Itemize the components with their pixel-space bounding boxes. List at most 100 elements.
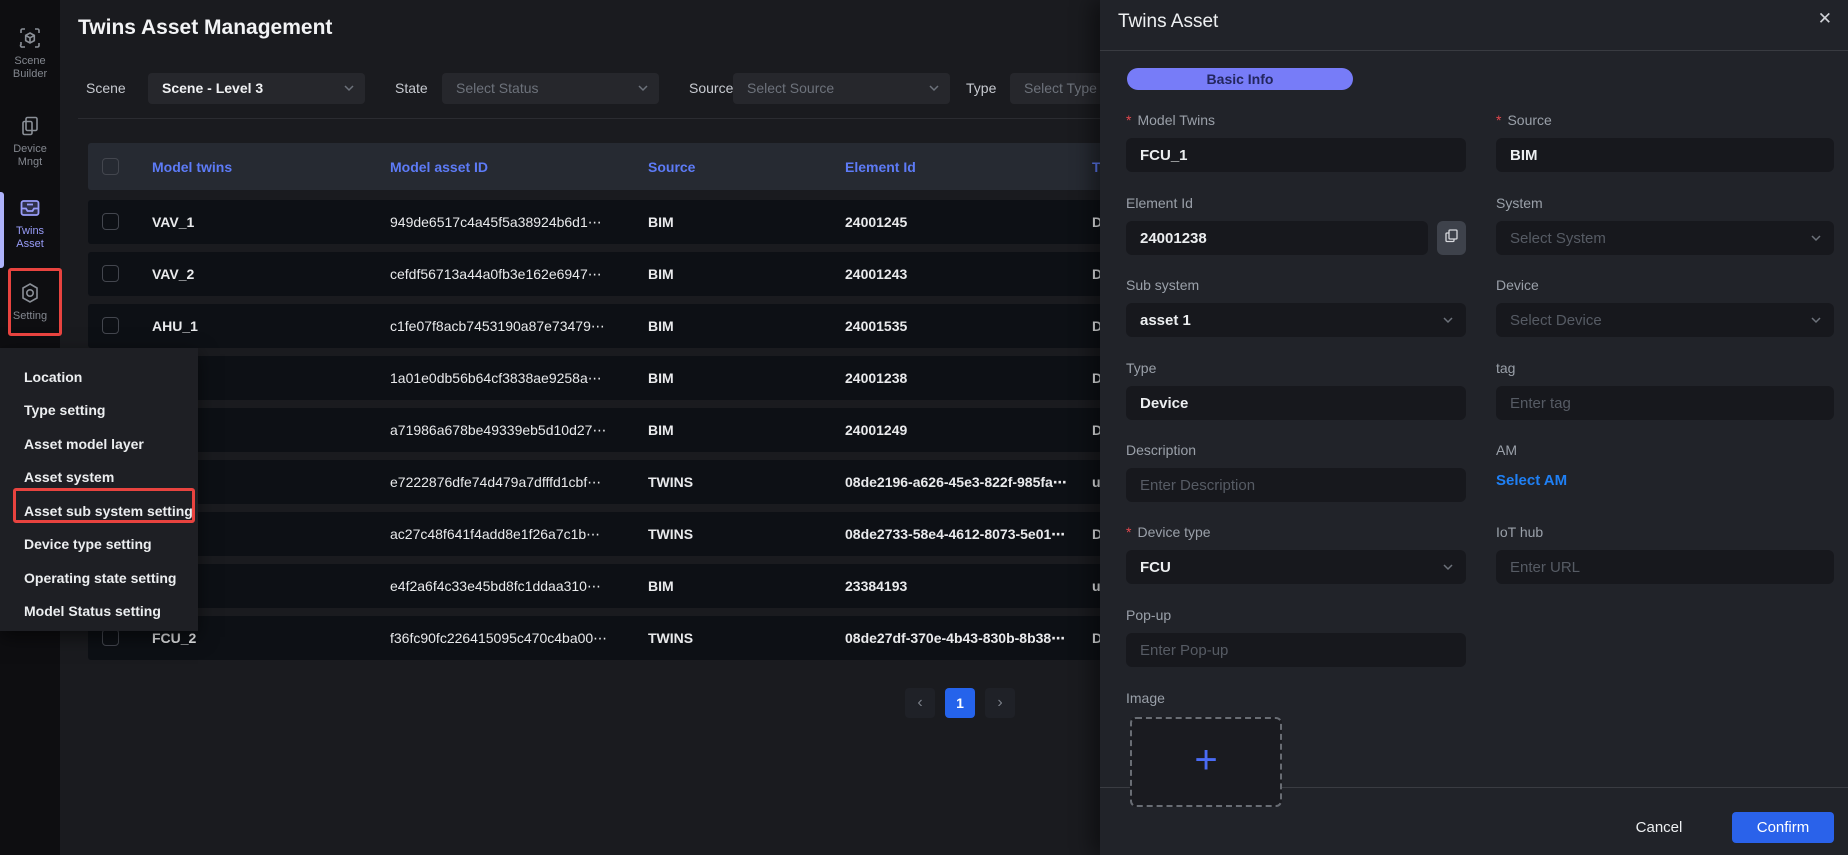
twins-asset-icon <box>18 196 42 220</box>
required-asterisk: * <box>1126 524 1131 540</box>
element-id-label: Element Id <box>1126 195 1193 211</box>
sidebar-item-label: Twins Asset <box>2 225 58 251</box>
am-label: AM <box>1496 442 1517 458</box>
select-all-checkbox[interactable] <box>102 158 119 175</box>
row-checkbox[interactable] <box>102 265 119 282</box>
device-label: Device <box>1496 277 1539 293</box>
copy-button[interactable] <box>1437 221 1466 255</box>
menu-item-asset-system[interactable]: Asset system <box>0 461 198 495</box>
sidebar-item-label: Scene Builder <box>2 55 58 81</box>
sidebar-item-scene-builder[interactable]: Scene Builder <box>0 26 60 81</box>
source-filter-select[interactable]: Select Source <box>733 73 950 104</box>
system-select[interactable]: Select System <box>1496 221 1834 255</box>
pagination-page-1[interactable]: 1 <box>945 688 975 718</box>
cell-source: BIM <box>648 200 674 244</box>
image-label: Image <box>1126 690 1165 706</box>
type-input[interactable]: Device <box>1126 386 1466 420</box>
chevron-down-icon <box>637 82 649 94</box>
plus-icon: + <box>1194 740 1217 780</box>
element-id-input[interactable]: 24001238 <box>1126 221 1428 255</box>
sidebar-item-device-mngt[interactable]: Device Mngt <box>0 114 60 169</box>
tag-input[interactable]: Enter tag <box>1496 386 1834 420</box>
model-twins-input[interactable]: FCU_1 <box>1126 138 1466 172</box>
tab-basic-info[interactable]: Basic Info <box>1127 68 1353 90</box>
menu-item-type-setting[interactable]: Type setting <box>0 394 198 428</box>
cell-source: BIM <box>648 252 674 296</box>
cell-model-asset-id: e4f2a6f4c33e45bd8fc1ddaa310⋯ <box>390 564 601 608</box>
header-source[interactable]: Source <box>648 143 695 190</box>
popup-input[interactable]: Enter Pop-up <box>1126 633 1466 667</box>
cell-model-asset-id: a71986a678be49339eb5d10d27⋯ <box>390 408 606 452</box>
cell-model-twins: AHU_1 <box>152 304 198 348</box>
menu-item-location[interactable]: Location <box>0 360 198 394</box>
cell-model-asset-id: e7222876dfe74d479a7dfffd1cbf⋯ <box>390 460 601 504</box>
cell-element-id: 08de27df-370e-4b43-830b-8b38⋯ <box>845 616 1065 660</box>
device-select[interactable]: Select Device <box>1496 303 1834 337</box>
popup-label: Pop-up <box>1126 607 1171 623</box>
cell-model-asset-id: ac27c48f641f4add8e1f26a7c1b⋯ <box>390 512 600 556</box>
scene-filter-label: Scene <box>86 73 126 104</box>
description-label: Description <box>1126 442 1196 458</box>
row-checkbox[interactable] <box>102 629 119 646</box>
sub-system-label: Sub system <box>1126 277 1199 293</box>
chevron-down-icon <box>1810 314 1822 326</box>
menu-item-asset-model-layer[interactable]: Asset model layer <box>0 427 198 461</box>
cancel-button[interactable]: Cancel <box>1616 812 1702 843</box>
scene-filter-value: Scene - Level 3 <box>162 80 263 96</box>
cell-element-id: 23384193 <box>845 564 907 608</box>
sidebar-item-twins-asset[interactable]: Twins Asset <box>0 196 60 251</box>
sub-system-select[interactable]: asset 1 <box>1126 303 1466 337</box>
header-model-twins[interactable]: Model twins <box>152 143 232 190</box>
cell-model-asset-id: c1fe07f8acb7453190a87e73479⋯ <box>390 304 605 348</box>
system-label: System <box>1496 195 1543 211</box>
state-filter-select[interactable]: Select Status <box>442 73 659 104</box>
app-root: Twins Asset Management Scene Scene - Lev… <box>0 0 1848 855</box>
row-checkbox[interactable] <box>102 213 119 230</box>
type-label: Type <box>1126 360 1156 376</box>
cell-source: TWINS <box>648 460 693 504</box>
cell-source: BIM <box>648 304 674 348</box>
cell-source: BIM <box>648 356 674 400</box>
iot-hub-label: IoT hub <box>1496 524 1543 540</box>
menu-item-device-type-setting[interactable]: Device type setting <box>0 528 198 562</box>
menu-item-asset-sub-system-setting[interactable]: Asset sub system setting <box>0 494 198 528</box>
pagination-next-button[interactable]: › <box>985 688 1015 718</box>
menu-item-model-status-setting[interactable]: Model Status setting <box>0 595 198 629</box>
cell-element-id: 24001245 <box>845 200 907 244</box>
device-type-select[interactable]: FCU <box>1126 550 1466 584</box>
sidebar-item-setting[interactable]: Setting <box>0 281 60 323</box>
cell-model-twins: VAV_2 <box>152 252 194 296</box>
sidebar-item-label: Device Mngt <box>2 143 58 169</box>
confirm-button[interactable]: Confirm <box>1732 812 1834 843</box>
model-twins-label: *Model Twins <box>1126 112 1215 128</box>
cell-element-id: 24001249 <box>845 408 907 452</box>
description-input[interactable]: Enter Description <box>1126 468 1466 502</box>
cell-element-id: 08de2733-58e4-4612-8073-5e01⋯ <box>845 512 1065 556</box>
active-indicator-bar <box>0 192 4 268</box>
gear-icon <box>18 281 42 305</box>
cell-model-asset-id: f36fc90fc226415095c470c4ba00⋯ <box>390 616 607 660</box>
scene-builder-icon <box>18 26 42 50</box>
close-icon[interactable]: ✕ <box>1818 9 1832 29</box>
header-model-asset-id[interactable]: Model asset ID <box>390 143 488 190</box>
row-checkbox[interactable] <box>102 317 119 334</box>
state-filter-placeholder: Select Status <box>456 80 539 96</box>
cell-element-id: 08de2196-a626-45e3-822f-985fa⋯ <box>845 460 1067 504</box>
device-type-label: *Device type <box>1126 524 1211 540</box>
menu-item-operating-state-setting[interactable]: Operating state setting <box>0 561 198 595</box>
scene-filter-select[interactable]: Scene - Level 3 <box>148 73 365 104</box>
tag-label: tag <box>1496 360 1515 376</box>
cell-source: TWINS <box>648 512 693 556</box>
type-filter-label: Type <box>966 73 996 104</box>
state-filter-label: State <box>395 73 428 104</box>
select-am-link[interactable]: Select AM <box>1496 472 1567 489</box>
iot-hub-input[interactable]: Enter URL <box>1496 550 1834 584</box>
header-element-id[interactable]: Element Id <box>845 143 916 190</box>
chevron-down-icon <box>1442 314 1454 326</box>
cell-element-id: 24001535 <box>845 304 907 348</box>
sidebar-item-label: Setting <box>2 310 58 323</box>
device-mngt-icon <box>18 114 42 138</box>
source-input[interactable]: BIM <box>1496 138 1834 172</box>
image-upload-box[interactable]: + <box>1130 717 1282 807</box>
pagination-prev-button[interactable]: ‹ <box>905 688 935 718</box>
